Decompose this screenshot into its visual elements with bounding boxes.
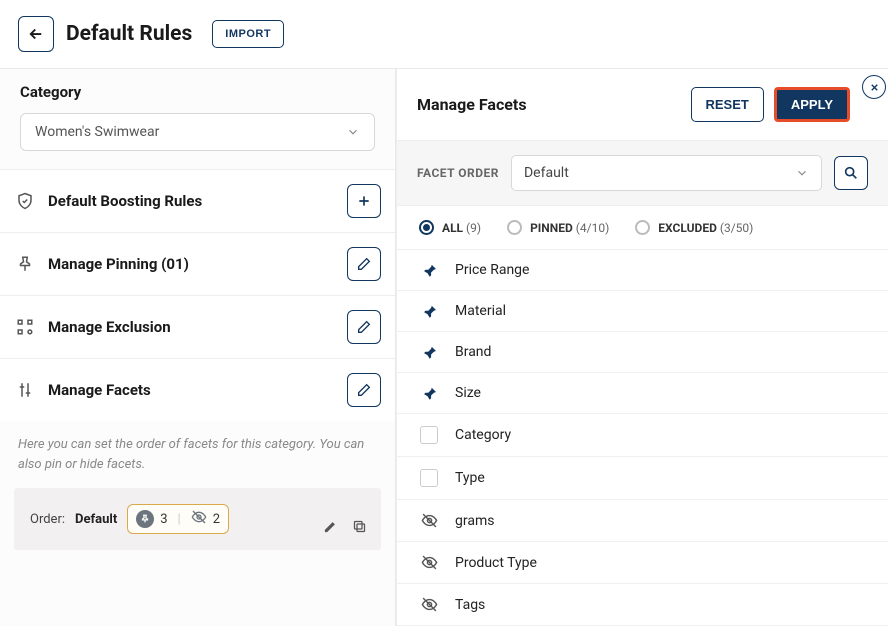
facet-row[interactable]: Size xyxy=(397,373,888,414)
eye-off-icon xyxy=(419,554,439,571)
facet-label: Brand xyxy=(455,344,491,360)
facet-label: Type xyxy=(455,470,485,486)
pencil-icon xyxy=(323,519,338,534)
radio-icon xyxy=(419,220,434,235)
facet-label: Size xyxy=(455,385,481,401)
eye-off-icon xyxy=(419,596,439,613)
close-icon xyxy=(869,82,880,93)
row-manage-facets[interactable]: Manage Facets xyxy=(0,358,395,421)
import-button[interactable]: IMPORT xyxy=(212,20,284,48)
chevron-down-icon xyxy=(795,166,809,180)
pin-icon xyxy=(16,255,34,273)
tab-pinned[interactable]: PINNED (4/10) xyxy=(507,220,609,235)
rule-label: Default Boosting Rules xyxy=(48,192,202,210)
radio-icon xyxy=(635,220,650,235)
arrow-left-icon xyxy=(27,25,45,43)
row-default-boosting[interactable]: Default Boosting Rules xyxy=(0,169,395,232)
pin-icon xyxy=(419,345,439,360)
facet-row[interactable]: Price Range xyxy=(397,250,888,291)
facet-row[interactable]: Material xyxy=(397,291,888,332)
back-button[interactable] xyxy=(18,16,54,52)
rule-label: Manage Exclusion xyxy=(48,318,171,336)
rule-label: Manage Pinning (01) xyxy=(48,255,189,273)
facet-row[interactable]: Tags xyxy=(397,584,888,626)
rule-label: Manage Facets xyxy=(48,381,151,399)
search-icon xyxy=(843,165,859,181)
edit-icon xyxy=(356,256,372,272)
shield-icon xyxy=(16,192,34,210)
hidden-count: 2 xyxy=(213,512,220,527)
edit-icon xyxy=(356,382,372,398)
facet-row[interactable]: Type xyxy=(397,457,888,500)
facet-row[interactable]: Category xyxy=(397,414,888,457)
search-button[interactable] xyxy=(834,156,868,190)
filter-icon xyxy=(16,381,34,399)
checkbox-icon[interactable] xyxy=(419,426,439,444)
eye-off-icon xyxy=(191,509,207,529)
edit-pinning-button[interactable] xyxy=(347,247,381,281)
row-manage-exclusion[interactable]: Manage Exclusion xyxy=(0,295,395,358)
pin-circle-icon xyxy=(136,510,154,528)
tab-excluded[interactable]: EXCLUDED (3/50) xyxy=(635,220,753,235)
close-button[interactable] xyxy=(862,75,886,99)
facet-label: Category xyxy=(455,427,511,443)
page-title: Default Rules xyxy=(66,22,192,46)
facet-label: Material xyxy=(455,303,506,319)
edit-exclusion-button[interactable] xyxy=(347,310,381,344)
facet-label: Price Range xyxy=(455,262,529,278)
order-label: Order: xyxy=(30,512,65,527)
facet-order-label: FACET ORDER xyxy=(417,166,499,180)
panel-title: Manage Facets xyxy=(417,95,527,114)
add-boosting-button[interactable] xyxy=(347,184,381,218)
facet-order-card: Order: Default 3 | 2 xyxy=(14,488,381,550)
facet-order-value: Default xyxy=(524,165,569,181)
order-value: Default xyxy=(75,512,117,527)
copy-icon xyxy=(352,519,367,534)
facet-label: grams xyxy=(455,513,494,529)
edit-icon xyxy=(356,319,372,335)
pinned-count: 3 xyxy=(160,512,167,527)
edit-facets-button[interactable] xyxy=(347,373,381,407)
card-edit-button[interactable] xyxy=(323,519,338,538)
category-value: Women's Swimwear xyxy=(35,124,159,140)
radio-icon xyxy=(507,220,522,235)
eye-off-icon xyxy=(419,512,439,529)
facet-order-select[interactable]: Default xyxy=(511,155,822,191)
reset-button[interactable]: RESET xyxy=(691,87,764,122)
checkbox-icon[interactable] xyxy=(419,469,439,487)
facet-row[interactable]: Brand xyxy=(397,332,888,373)
pin-icon xyxy=(419,304,439,319)
row-manage-pinning[interactable]: Manage Pinning (01) xyxy=(0,232,395,295)
facet-label: Product Type xyxy=(455,555,537,571)
pin-icon xyxy=(419,263,439,278)
pin-icon xyxy=(419,386,439,401)
card-copy-button[interactable] xyxy=(352,519,367,538)
facet-counts-badge: 3 | 2 xyxy=(127,504,229,534)
category-select[interactable]: Women's Swimwear xyxy=(20,113,375,151)
chevron-down-icon xyxy=(346,125,360,139)
apply-button[interactable]: APPLY xyxy=(774,87,850,122)
facets-helper-text: Here you can set the order of facets for… xyxy=(0,421,395,488)
facet-label: Tags xyxy=(455,597,485,613)
facet-row[interactable]: grams xyxy=(397,500,888,542)
grid-icon xyxy=(16,318,34,336)
category-heading: Category xyxy=(0,69,395,113)
facet-row[interactable]: Product Type xyxy=(397,542,888,584)
tab-all[interactable]: ALL (9) xyxy=(419,220,481,235)
plus-icon xyxy=(356,193,372,209)
